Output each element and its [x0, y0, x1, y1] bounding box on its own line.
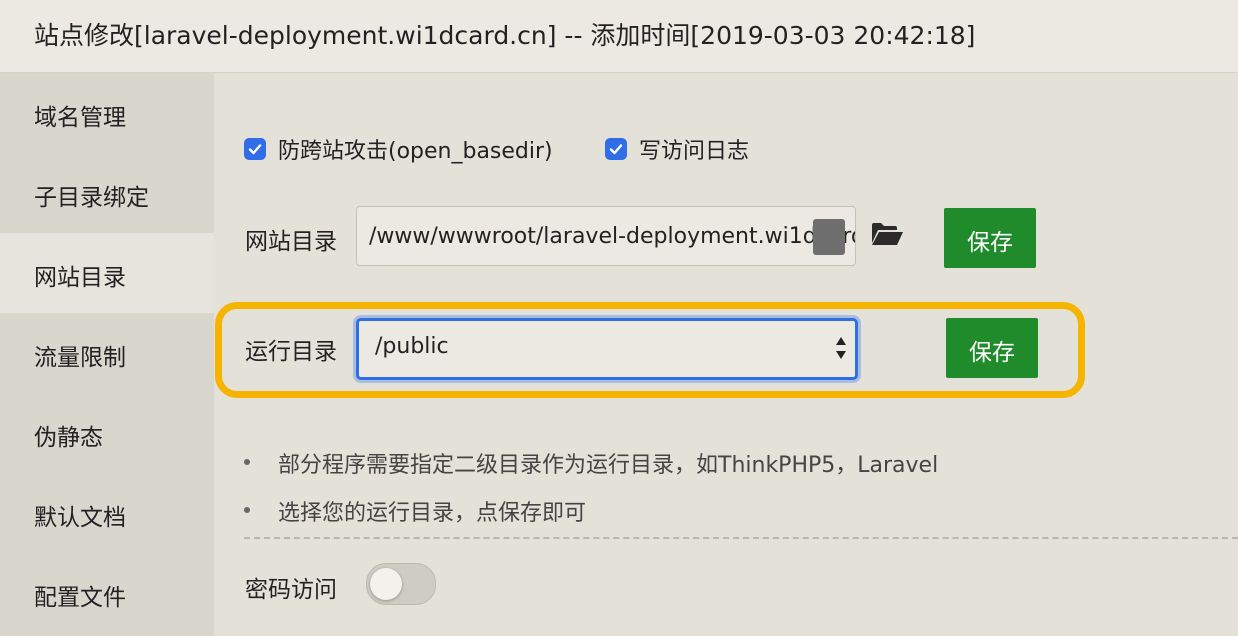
access-log-checkbox[interactable]: 写访问日志 [605, 133, 749, 165]
tip-text: 选择您的运行目录，点保存即可 [278, 501, 587, 526]
sidebar-item-label: 子目录绑定 [34, 185, 149, 211]
open-basedir-checkbox[interactable]: 防跨站攻击(open_basedir) [244, 133, 553, 165]
checkbox-checked-icon[interactable] [605, 138, 627, 160]
sidebar-item-subdir[interactable]: 子目录绑定 [0, 153, 214, 233]
bullet-icon [244, 507, 250, 513]
sidebar-item-traffic-limit[interactable]: 流量限制 [0, 313, 214, 393]
sidebar-item-site-dir[interactable]: 网站目录 [0, 233, 214, 313]
sidebar-item-domain[interactable]: 域名管理 [0, 73, 214, 153]
window-title: 站点修改[laravel-deployment.wi1dcard.cn] -- … [34, 21, 976, 50]
save-site-dir-button[interactable]: 保存 [944, 208, 1036, 268]
checkbox-checked-icon[interactable] [244, 138, 266, 160]
site-dir-label: 网站目录 [245, 229, 337, 255]
save-run-dir-button[interactable]: 保存 [946, 318, 1038, 378]
sidebar-item-rewrite[interactable]: 伪静态 [0, 393, 214, 473]
sidebar-item-default-doc[interactable]: 默认文档 [0, 473, 214, 553]
title-bar: 站点修改[laravel-deployment.wi1dcard.cn] -- … [0, 0, 1238, 73]
divider [244, 537, 1238, 539]
open-basedir-label: 防跨站攻击(open_basedir) [278, 139, 553, 164]
select-arrows-icon [835, 335, 847, 365]
sidebar-item-label: 默认文档 [34, 505, 126, 531]
sidebar-item-label: 流量限制 [34, 345, 126, 371]
site-dir-value: /www/wwwroot/laravel-deployment.wi1dcard… [369, 224, 856, 249]
toggle-knob[interactable] [370, 568, 402, 600]
input-scroll-handle[interactable] [813, 219, 845, 255]
password-access-label: 密码访问 [245, 577, 337, 603]
save-button-label: 保存 [969, 339, 1015, 365]
bullet-icon [244, 459, 250, 465]
main-panel: 防跨站攻击(open_basedir) 写访问日志 网站目录 /www/wwwr… [214, 73, 1238, 636]
sidebar-item-label: 配置文件 [34, 585, 126, 611]
sidebar-item-label: 网站目录 [34, 265, 126, 291]
sidebar-item-label: 域名管理 [34, 105, 126, 131]
save-button-label: 保存 [967, 229, 1013, 255]
access-log-label: 写访问日志 [639, 139, 750, 164]
folder-open-icon[interactable] [870, 221, 904, 251]
run-dir-value: /public [375, 334, 449, 359]
sidebar-item-label: 伪静态 [34, 425, 103, 451]
password-access-toggle[interactable] [366, 563, 436, 605]
sidebar-item-config-file[interactable]: 配置文件 [0, 553, 214, 633]
run-dir-select[interactable]: /public [356, 318, 858, 380]
sidebar: 域名管理 子目录绑定 网站目录 流量限制 伪静态 默认文档 配置文件 [0, 73, 214, 636]
tip-text: 部分程序需要指定二级目录作为运行目录，如ThinkPHP5，Laravel [278, 453, 939, 478]
site-dir-input[interactable]: /www/wwwroot/laravel-deployment.wi1dcard… [356, 206, 856, 266]
run-dir-label: 运行目录 [245, 339, 337, 365]
